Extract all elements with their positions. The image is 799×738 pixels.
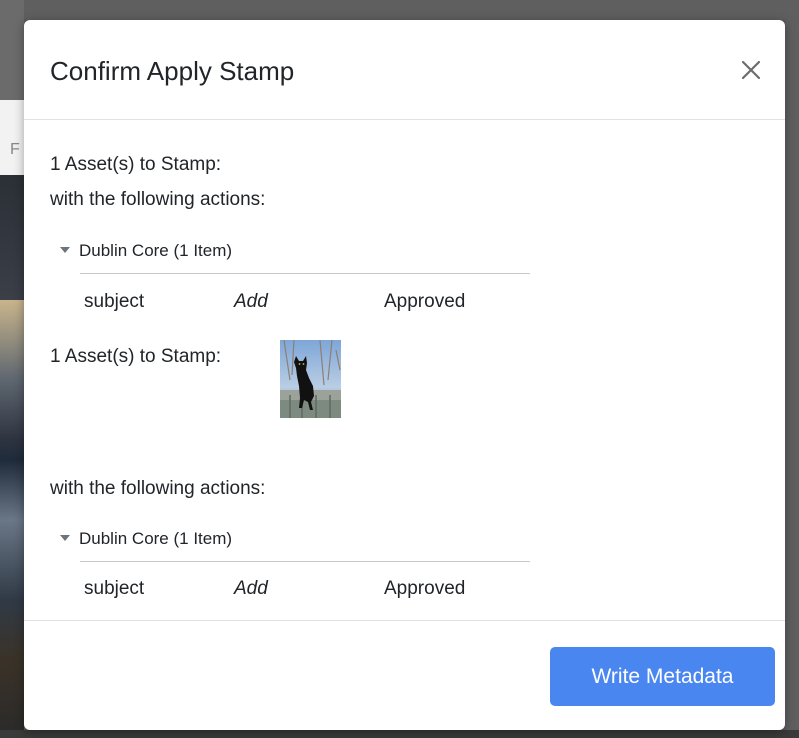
actions-label: with the following actions: (50, 189, 266, 210)
action-field: subject (84, 578, 145, 599)
backdrop (0, 0, 799, 20)
dublin-core-section-toggle[interactable]: Dublin Core (1 Item) (60, 528, 232, 550)
action-operation: Add (234, 578, 268, 599)
action-operation: Add (234, 291, 268, 312)
modal-footer: Write Metadata (24, 620, 785, 731)
actions-label: with the following actions: (50, 478, 266, 499)
action-value: Approved (384, 291, 466, 312)
close-button[interactable] (737, 56, 765, 84)
caret-down-icon (60, 246, 70, 253)
modal-body: 1 Asset(s) to Stamp: with the following … (24, 120, 785, 620)
asset-count-label: 1 Asset(s) to Stamp: (50, 154, 222, 175)
section-label: Dublin Core (1 Item) (79, 529, 233, 548)
modal-header: Confirm Apply Stamp (24, 20, 785, 120)
confirm-stamp-modal: Confirm Apply Stamp 1 Asset(s) to Stamp:… (24, 20, 785, 730)
action-field: subject (84, 291, 145, 312)
section-label: Dublin Core (1 Item) (79, 241, 233, 260)
action-value: Approved (384, 578, 466, 599)
section-divider (80, 561, 530, 562)
background-letter: F (10, 141, 20, 158)
asset-count-label: 1 Asset(s) to Stamp: (50, 346, 222, 367)
backdrop-right (785, 0, 799, 738)
write-metadata-button[interactable]: Write Metadata (550, 647, 775, 706)
dublin-core-section-toggle[interactable]: Dublin Core (1 Item) (60, 240, 232, 262)
backdrop-bottom (0, 730, 799, 738)
section-divider (80, 273, 530, 274)
modal-title: Confirm Apply Stamp (50, 56, 295, 86)
background-app-strip: F (0, 0, 24, 738)
caret-down-icon (60, 534, 70, 541)
asset-thumbnail-cat-image[interactable] (280, 340, 341, 418)
close-icon (741, 60, 761, 80)
